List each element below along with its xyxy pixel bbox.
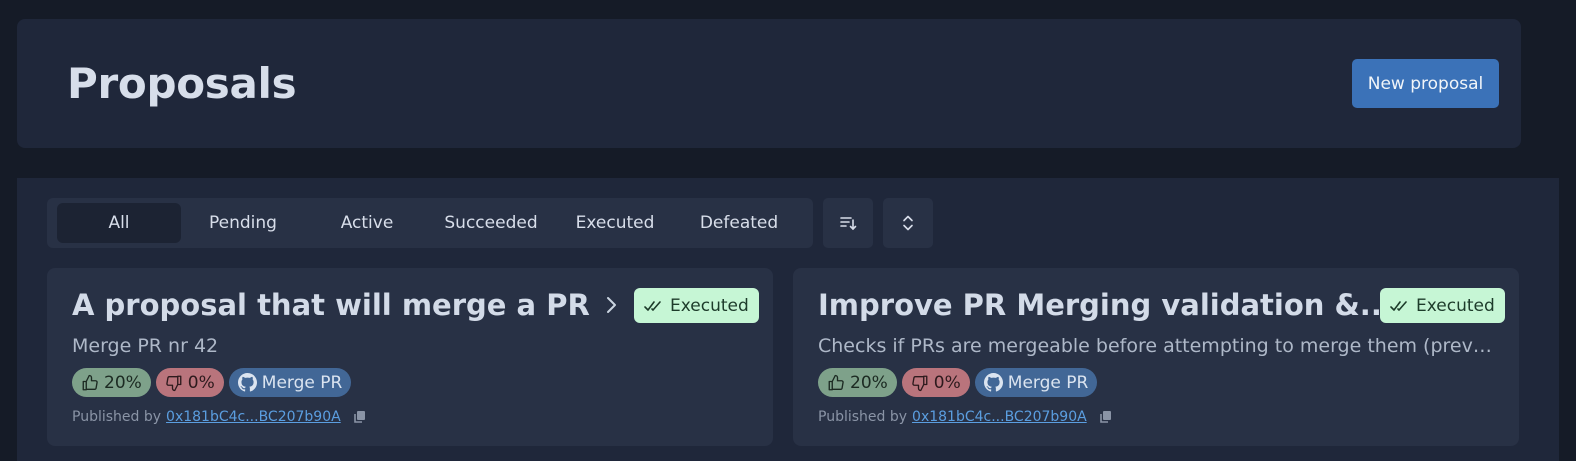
status-label: Executed	[1416, 295, 1495, 316]
no-votes-pill: 0%	[901, 368, 970, 397]
yes-votes-pill: 20%	[818, 368, 897, 397]
sort-descending-icon	[840, 217, 857, 231]
proposals-panel: All Pending Active Succeeded Executed De…	[17, 178, 1559, 461]
thumbs-up-icon	[82, 374, 98, 390]
tab-active[interactable]: Active	[305, 203, 429, 243]
yes-percent: 20%	[850, 372, 888, 393]
published-by: Published by 0x181bC4c...BC207b90A	[72, 409, 366, 425]
status-filter-tabs: All Pending Active Succeeded Executed De…	[47, 198, 813, 248]
copy-icon[interactable]	[1099, 410, 1112, 424]
proposal-card[interactable]: A proposal that will merge a PR Executed…	[47, 268, 773, 446]
status-badge: Executed	[634, 288, 759, 323]
status-badge: Executed	[1380, 288, 1505, 323]
sort-button[interactable]	[823, 198, 873, 248]
tab-defeated[interactable]: Defeated	[677, 203, 801, 243]
no-percent: 0%	[187, 372, 215, 393]
copy-icon[interactable]	[353, 410, 366, 424]
proposal-description: Checks if PRs are mergeable before attem…	[818, 335, 1498, 357]
publisher-address-link[interactable]: 0x181bC4c...BC207b90A	[912, 409, 1087, 425]
chevron-up-down-icon	[903, 215, 913, 231]
tab-succeeded[interactable]: Succeeded	[429, 203, 553, 243]
publisher-address-link[interactable]: 0x181bC4c...BC207b90A	[166, 409, 341, 425]
no-votes-pill: 0%	[155, 368, 224, 397]
thumbs-up-icon	[828, 374, 844, 390]
action-pill: Merge PR	[228, 368, 352, 397]
header-panel: Proposals New proposal	[17, 19, 1521, 148]
published-by: Published by 0x181bC4c...BC207b90A	[818, 409, 1112, 425]
proposal-title-row[interactable]: A proposal that will merge a PR	[72, 288, 618, 322]
page-title: Proposals	[67, 59, 297, 108]
double-check-icon	[644, 300, 661, 311]
double-check-icon	[1390, 300, 1407, 311]
status-label: Executed	[670, 295, 749, 316]
action-label: Merge PR	[1007, 372, 1089, 393]
action-pill: Merge PR	[974, 368, 1098, 397]
thumbs-down-icon	[166, 375, 182, 391]
tab-all[interactable]: All	[57, 203, 181, 243]
proposal-description: Merge PR nr 42	[72, 335, 219, 357]
yes-percent: 20%	[104, 372, 142, 393]
chevron-right-icon	[604, 295, 618, 315]
proposal-title-row[interactable]: Improve PR Merging validation &...	[818, 288, 1427, 322]
github-icon	[237, 373, 257, 392]
tab-executed[interactable]: Executed	[553, 203, 677, 243]
new-proposal-button[interactable]: New proposal	[1352, 59, 1499, 108]
published-prefix: Published by	[818, 409, 908, 425]
proposal-tags: 20% 0% Merge PR	[72, 368, 352, 397]
no-percent: 0%	[933, 372, 961, 393]
github-icon	[983, 373, 1003, 392]
published-prefix: Published by	[72, 409, 162, 425]
proposal-tags: 20% 0% Merge PR	[818, 368, 1098, 397]
action-label: Merge PR	[261, 372, 343, 393]
tab-pending[interactable]: Pending	[181, 203, 305, 243]
proposal-title[interactable]: Improve PR Merging validation &...	[818, 288, 1393, 322]
expand-button[interactable]	[883, 198, 933, 248]
proposal-card[interactable]: Improve PR Merging validation &... Execu…	[793, 268, 1519, 446]
proposal-title[interactable]: A proposal that will merge a PR	[72, 288, 590, 322]
thumbs-down-icon	[912, 375, 928, 391]
yes-votes-pill: 20%	[72, 368, 151, 397]
